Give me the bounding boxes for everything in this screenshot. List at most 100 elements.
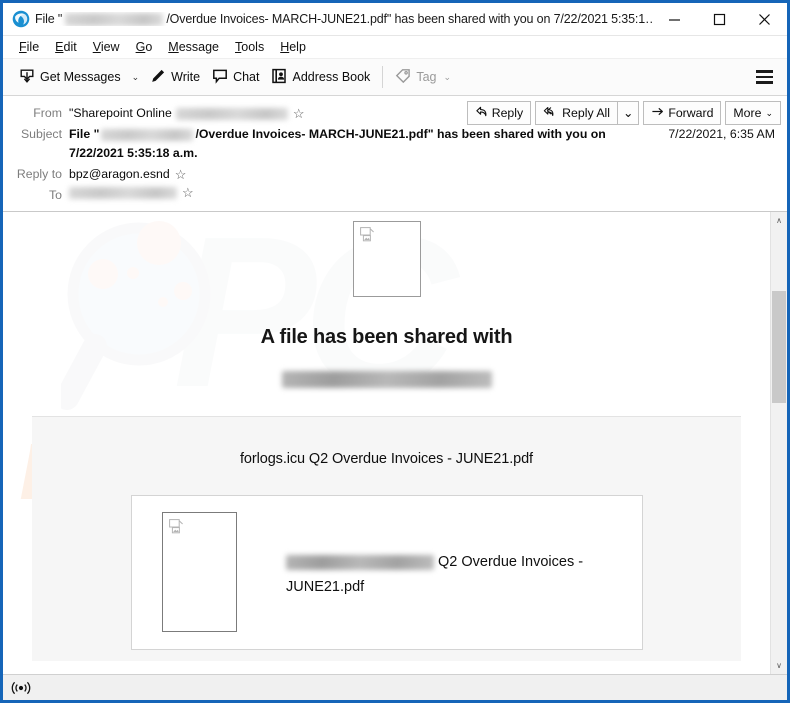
forward-arrow-icon (651, 105, 664, 121)
subject-prefix: File " (69, 127, 100, 141)
scrollbar-thumb[interactable] (772, 291, 786, 403)
reply-all-dropdown[interactable]: ⌄ (617, 101, 640, 125)
chat-button[interactable]: Chat (206, 64, 265, 91)
reply-button[interactable]: Reply (466, 101, 532, 125)
from-star-icon[interactable]: ☆ (293, 107, 305, 120)
forward-button[interactable]: Forward (643, 101, 722, 125)
menu-item-tools[interactable]: Tools (227, 38, 272, 56)
tag-dropdown-caret[interactable]: ⌄ (443, 72, 451, 83)
scroll-up-arrow[interactable]: ∧ (771, 212, 787, 229)
shared-recipient-redacted: [redacted-email] (281, 371, 492, 388)
to-label: To (49, 188, 62, 202)
reply-to-value[interactable]: bpz@aragon.esnd ☆ (69, 165, 186, 184)
from-value[interactable]: "Sharepoint Online [redacted-address] ☆ (69, 104, 304, 123)
broken-image-icon (359, 227, 375, 242)
menu-item-help-label: elp (289, 40, 306, 54)
main-toolbar: Get Messages ⌄ Write Chat Address Book T… (3, 59, 787, 96)
more-button[interactable]: More ⌄ (725, 101, 781, 125)
message-date: 7/22/2021, 6:35 AM (668, 127, 775, 141)
window-title: File " [redacted-domain] /Overdue Invoic… (35, 12, 652, 26)
menu-item-view-label: iew (100, 40, 120, 54)
menu-item-message-label: essage (178, 40, 220, 54)
from-display-name: "Sharepoint Online (69, 106, 172, 120)
attachment-label: [redacted-email]Q2 Overdue Invoices - JU… (286, 550, 628, 633)
menu-item-go-label: o (145, 40, 153, 54)
forward-label: Forward (668, 106, 714, 120)
menu-item-file[interactable]: File (11, 38, 47, 56)
to-value[interactable]: [redacted-address] ☆ (69, 186, 194, 199)
message-header-pane: Reply Reply All ⌄ Forward More ⌄ From "S… (3, 96, 787, 212)
subject-label: Subject (20, 127, 62, 141)
tag-icon (395, 68, 411, 87)
menu-item-tools-label: ools (241, 40, 265, 54)
message-body-scroll-area: PC risk.com (3, 212, 770, 674)
more-label: More (733, 106, 762, 120)
speech-bubble-icon (212, 68, 228, 87)
menu-item-file-label: ile (26, 40, 40, 54)
maximize-button[interactable] (697, 3, 742, 35)
to-row: To [redacted-address] ☆ (3, 185, 787, 206)
reply-arrow-icon (475, 105, 488, 121)
menu-item-edit-label: dit (63, 40, 77, 54)
reply-all-split-button: Reply All ⌄ (535, 101, 640, 125)
status-bar (3, 674, 787, 700)
scrollbar-track[interactable] (771, 229, 787, 657)
shared-file-title: forlogs.icu Q2 Overdue Invoices - JUNE21… (240, 451, 533, 467)
tag-button[interactable]: Tag ⌄ (389, 64, 457, 91)
attachment-thumbnail (162, 512, 237, 632)
write-button[interactable]: Write (144, 64, 206, 91)
message-body-pane: PC risk.com (3, 212, 787, 674)
write-label: Write (171, 70, 201, 84)
to-address-redacted: [redacted-address] (69, 186, 177, 199)
close-button[interactable] (742, 3, 787, 35)
reply-to-star-icon[interactable]: ☆ (175, 168, 187, 181)
broadcast-online-icon[interactable] (11, 680, 31, 696)
tag-label: Tag (416, 70, 437, 84)
address-book-icon (271, 68, 287, 87)
get-messages-dropdown[interactable]: ⌄ (127, 68, 145, 87)
subject-value: File "[redacted-domain]/Overdue Invoices… (69, 125, 629, 163)
more-dropdown-caret[interactable]: ⌄ (765, 108, 773, 119)
window-title-prefix: File " (35, 12, 63, 26)
menu-item-view[interactable]: View (85, 38, 128, 56)
download-inbox-icon (19, 68, 35, 87)
reply-label: Reply (491, 106, 524, 120)
attachment-sender-redacted: [redacted-email] (286, 554, 434, 570)
menu-item-help[interactable]: Help (272, 38, 314, 56)
shared-file-details: forlogs.icu Q2 Overdue Invoices - JUNE21… (32, 417, 741, 661)
message-action-buttons: Reply Reply All ⌄ Forward More ⌄ (466, 101, 781, 125)
scroll-down-arrow[interactable]: ∨ (771, 657, 787, 674)
broken-image-icon (169, 519, 184, 534)
chat-label: Chat (233, 70, 260, 84)
pencil-icon (150, 68, 166, 87)
hamburger-menu-icon[interactable] (748, 66, 781, 87)
reply-to-label: Reply to (16, 167, 62, 181)
reply-to-row: Reply to bpz@aragon.esnd ☆ (3, 164, 787, 185)
address-book-label: Address Book (292, 70, 371, 84)
subject-row: Subject File "[redacted-domain]/Overdue … (3, 124, 787, 164)
attachment-card[interactable]: [redacted-email]Q2 Overdue Invoices - JU… (131, 495, 643, 650)
menu-item-edit[interactable]: Edit (47, 38, 85, 56)
email-html-content: A file has been shared with [redacted-em… (3, 212, 770, 661)
body-vertical-scrollbar[interactable]: ∧ ∨ (770, 212, 787, 674)
minimize-button[interactable] (652, 3, 697, 35)
title-bar: File " [redacted-domain] /Overdue Invoic… (3, 3, 787, 36)
subject-redacted: [redacted-domain] (101, 128, 194, 141)
toolbar-separator (382, 66, 384, 88)
from-label: From (33, 106, 62, 120)
address-book-button[interactable]: Address Book (265, 64, 376, 91)
reply-all-arrow-icon (543, 105, 558, 121)
menu-item-go[interactable]: Go (128, 38, 161, 56)
menu-item-message[interactable]: Message (160, 38, 227, 56)
to-star-icon[interactable]: ☆ (182, 186, 194, 199)
get-messages-button[interactable]: Get Messages (13, 64, 127, 91)
reply-all-button[interactable]: Reply All (535, 101, 617, 125)
thunderbird-message-window: File " [redacted-domain] /Overdue Invoic… (0, 0, 790, 703)
shared-file-banner: A file has been shared with [redacted-em… (32, 212, 741, 417)
reply-to-address: bpz@aragon.esnd (69, 167, 170, 181)
thunderbird-icon (12, 10, 30, 28)
window-title-suffix: /Overdue Invoices- MARCH-JUNE21.pdf" has… (166, 12, 652, 26)
from-address-redacted: [redacted-address] (175, 107, 288, 120)
shared-heading: A file has been shared with (260, 326, 513, 348)
menu-bar: File Edit View Go Message Tools Help (3, 36, 787, 59)
